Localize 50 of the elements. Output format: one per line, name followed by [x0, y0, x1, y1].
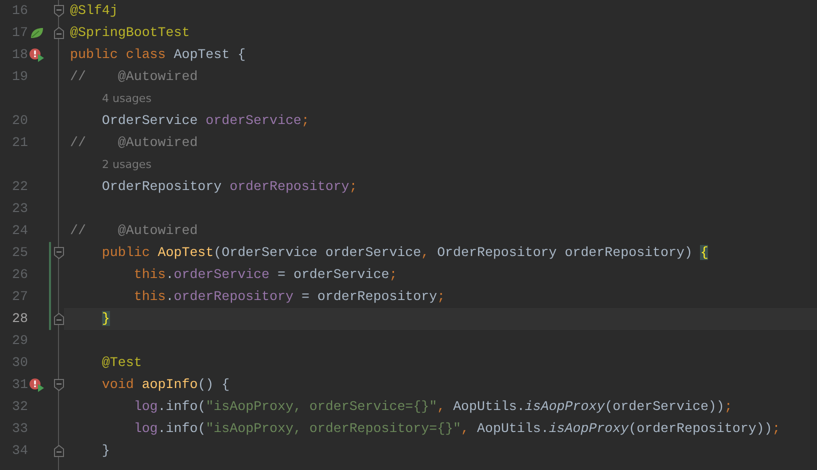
usage-hint[interactable]: 2 usages [70, 156, 152, 174]
code-line: void aopInfo() { [100, 376, 230, 394]
line-number: 32 [12, 399, 28, 414]
line-number: 28 [12, 311, 28, 326]
line-number: 33 [12, 421, 28, 436]
change-marker[interactable] [49, 242, 51, 264]
code-line: this.orderRepository = orderRepository; [132, 288, 446, 306]
line-number: 29 [12, 333, 28, 348]
line-number: 16 [12, 3, 28, 18]
line-number: 18 [12, 47, 28, 62]
line-number: 25 [12, 245, 28, 260]
fold-marker-icon[interactable] [54, 445, 64, 457]
fold-marker-icon[interactable] [54, 379, 64, 391]
code-line: this.orderService = orderService; [132, 266, 398, 284]
code-line: public AopTest(OrderService orderService, OrderRepository orderRepository) { [100, 244, 708, 262]
code-line: @Test [100, 354, 142, 372]
code-line: log.info("isAopProxy, orderRepository={}", AopUtils.isAopProxy(orderRepository)); [132, 420, 780, 438]
line-number: 17 [12, 25, 28, 40]
spring-leaf-icon[interactable] [30, 27, 44, 39]
fold-marker-icon[interactable] [54, 5, 64, 17]
code-line: @SpringBootTest [70, 24, 190, 42]
line-number: 30 [12, 355, 28, 370]
fold-marker-icon[interactable] [54, 27, 64, 39]
usage-hint[interactable]: 4 usages [70, 90, 152, 108]
run-failed-icon[interactable] [29, 378, 45, 392]
code-line: public class AopTest { [70, 46, 246, 64]
code-line: } [100, 442, 110, 460]
code-line: OrderService orderService; [100, 112, 310, 130]
line-number: 31 [12, 377, 28, 392]
run-failed-icon[interactable] [29, 48, 45, 62]
change-marker[interactable] [49, 264, 51, 286]
code-line: // @Autowired [70, 134, 198, 152]
fold-marker-icon[interactable] [54, 313, 64, 325]
change-marker[interactable] [49, 286, 51, 308]
change-marker[interactable] [49, 308, 51, 330]
line-number: 19 [12, 69, 28, 84]
line-number: 24 [12, 223, 28, 238]
code-line: // @Autowired [70, 68, 198, 86]
line-number: 22 [12, 179, 28, 194]
fold-marker-icon[interactable] [54, 247, 64, 259]
line-number: 21 [12, 135, 28, 150]
line-number: 34 [12, 443, 28, 458]
line-number: 26 [12, 267, 28, 282]
code-line: OrderRepository orderRepository; [100, 178, 358, 196]
line-number: 27 [12, 289, 28, 304]
code-line: log.info("isAopProxy, orderService={}", AopUtils.isAopProxy(orderService)); [132, 398, 732, 416]
code-line: @Slf4j [70, 2, 118, 20]
line-number: 20 [12, 113, 28, 128]
code-line: // @Autowired [70, 222, 198, 240]
line-number: 23 [12, 201, 28, 216]
